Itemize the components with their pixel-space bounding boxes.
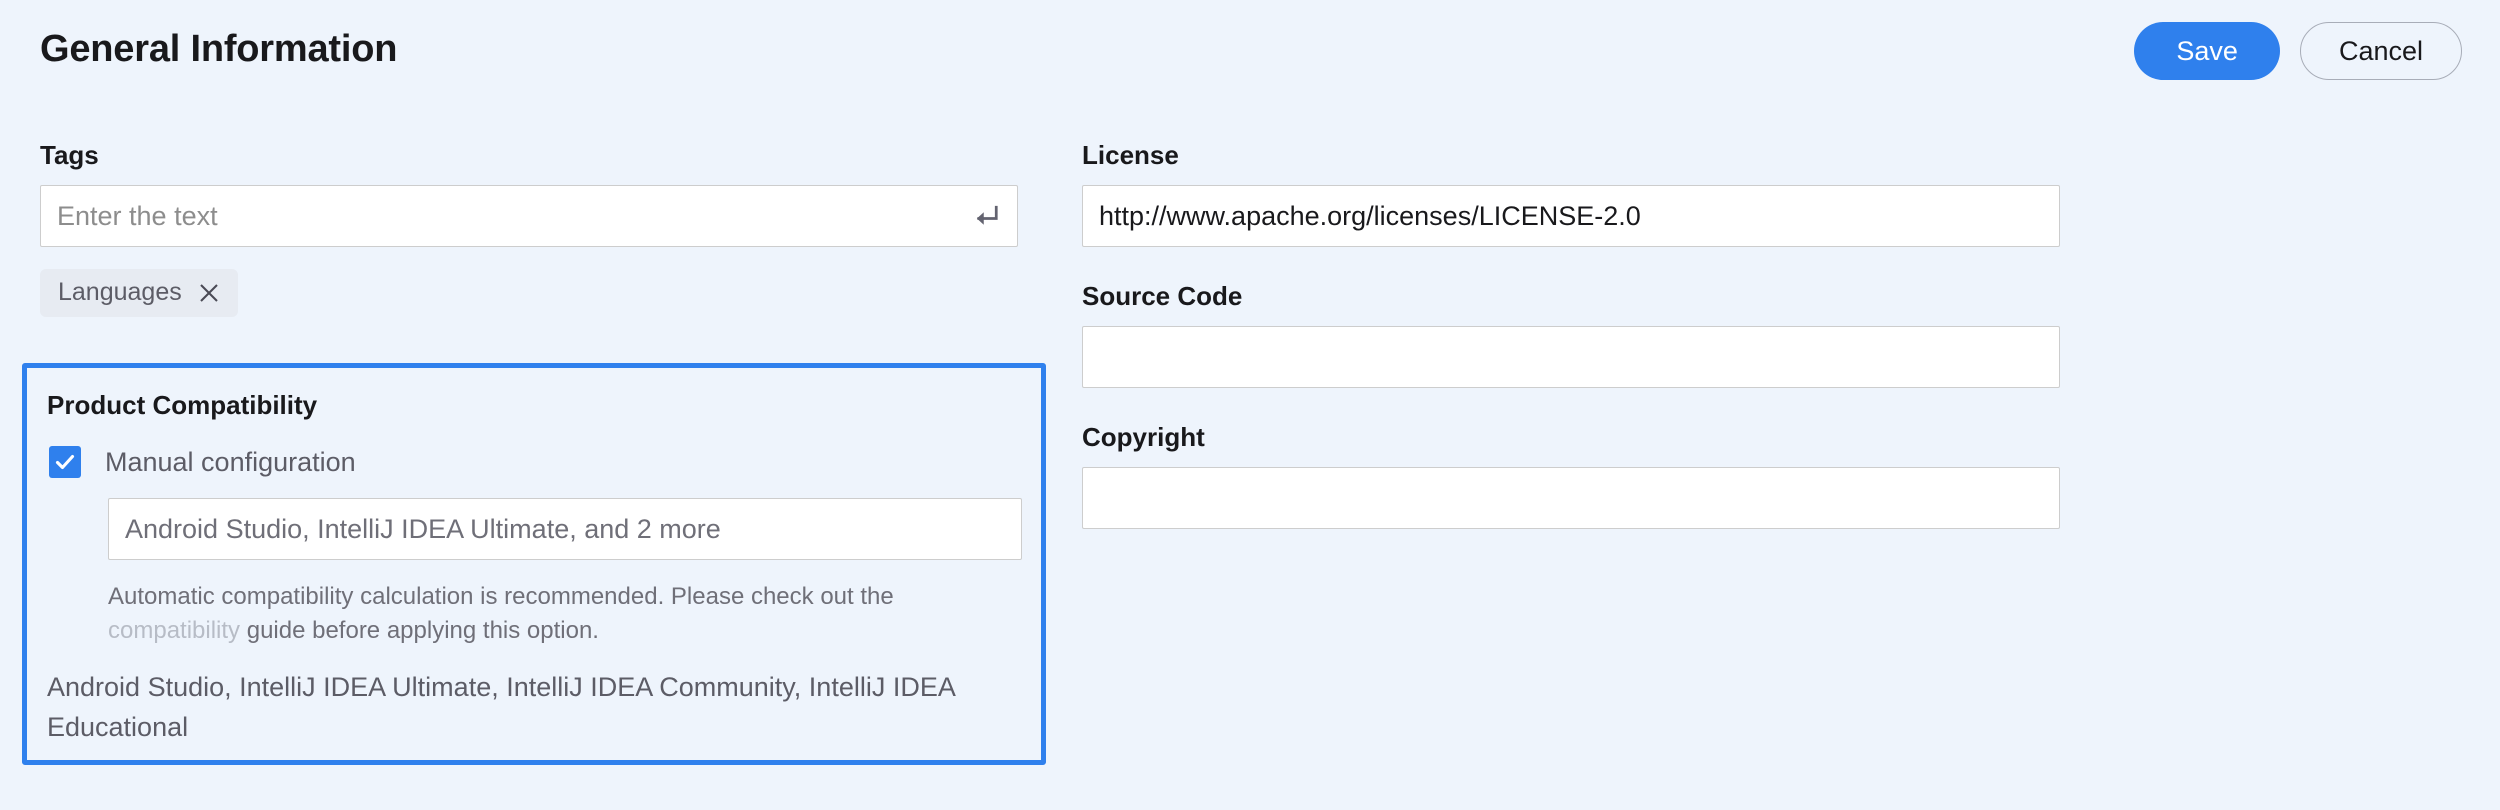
compatible-products-summary: Android Studio, IntelliJ IDEA Ultimate, … [47, 672, 955, 742]
copyright-input[interactable] [1082, 467, 2060, 529]
product-compatibility-title: Product Compatibility [47, 390, 318, 420]
left-column: Tags Languages [40, 140, 1020, 351]
right-column: License Source Code Copyright [1082, 140, 2060, 563]
general-information-page: General Information Save Cancel Tags L [0, 0, 2500, 810]
cancel-button[interactable]: Cancel [2299, 22, 2462, 80]
tag-chip-list: Languages [40, 269, 1020, 317]
copyright-field-block: Copyright [1082, 422, 2060, 529]
compatibility-help-text-part1: Automatic compatibility calculation is r… [108, 583, 894, 610]
checkmark-icon [55, 454, 75, 470]
tags-label: Tags [40, 140, 99, 170]
page-header: General Information Save Cancel [0, 0, 2500, 100]
source-code-label: Source Code [1082, 281, 1243, 311]
save-button[interactable]: Save [2134, 22, 2280, 80]
tag-chip-languages[interactable]: Languages [40, 269, 238, 317]
close-icon[interactable] [198, 282, 220, 304]
license-label: License [1082, 140, 1179, 170]
license-input[interactable] [1082, 185, 2060, 247]
compatibility-help-text: Automatic compatibility calculation is r… [108, 580, 988, 648]
manual-configuration-checkbox[interactable] [49, 446, 81, 478]
compatible-products-select[interactable]: Android Studio, IntelliJ IDEA Ultimate, … [108, 498, 1022, 560]
source-code-field-block: Source Code [1082, 281, 2060, 388]
page-title: General Information [40, 28, 398, 70]
copyright-label: Copyright [1082, 422, 1205, 452]
manual-configuration-label[interactable]: Manual configuration [105, 447, 356, 478]
compatibility-guide-link[interactable]: compatibility [108, 617, 240, 644]
license-field-block: License [1082, 140, 2060, 247]
header-actions: Save Cancel [2134, 22, 2462, 80]
product-compatibility-section: Product Compatibility Manual configurati… [22, 363, 1046, 765]
manual-configuration-row[interactable]: Manual configuration [49, 446, 356, 478]
tags-input-wrapper [40, 185, 1018, 247]
tags-field-block: Tags Languages [40, 140, 1020, 317]
tag-chip-label: Languages [58, 278, 182, 306]
compatibility-help-text-part2: guide before applying this option. [240, 617, 599, 645]
source-code-input[interactable] [1082, 326, 2060, 388]
tags-input[interactable] [40, 185, 1018, 247]
